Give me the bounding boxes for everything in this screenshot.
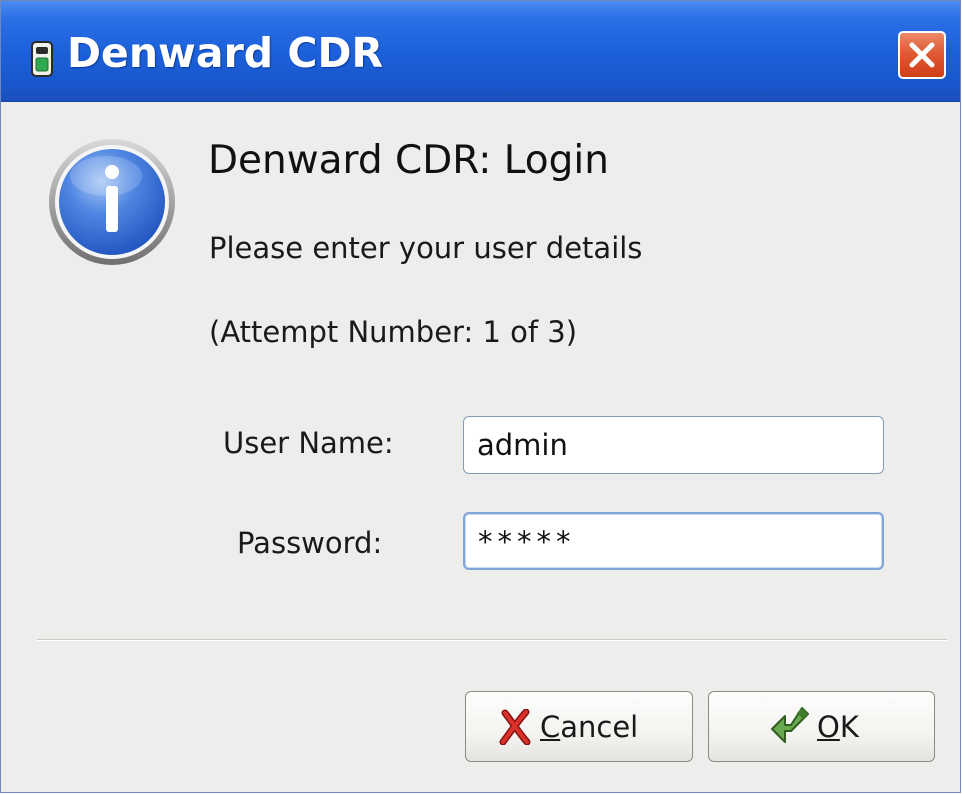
cancel-mnemonic: C <box>540 710 561 744</box>
window-title: Denward CDR <box>67 29 384 77</box>
green-arrow-icon <box>769 704 811 753</box>
ok-button-label: OK <box>817 710 859 744</box>
login-dialog-window: Denward CDR Denward CDR: Login Please en… <box>0 0 961 793</box>
dialog-heading: Denward CDR: Login <box>208 138 609 183</box>
ok-mnemonic: O <box>817 710 840 744</box>
username-input[interactable]: admin <box>463 416 884 474</box>
close-icon <box>909 42 935 68</box>
close-button[interactable] <box>898 31 946 79</box>
cancel-label-rest: ancel <box>560 710 639 744</box>
red-x-icon <box>499 708 531 752</box>
title-bar[interactable]: Denward CDR <box>1 1 960 102</box>
cancel-button-label: Cancel <box>540 710 638 744</box>
password-label: Password: <box>237 526 383 560</box>
username-label: User Name: <box>223 426 394 460</box>
lock-icon <box>31 41 53 77</box>
info-icon <box>46 136 178 268</box>
instruction-text: Please enter your user details <box>209 231 643 265</box>
divider <box>37 639 947 641</box>
attempt-count-text: (Attempt Number: 1 of 3) <box>209 315 578 349</box>
ok-button[interactable]: OK <box>708 691 935 762</box>
ok-label-rest: K <box>839 710 859 744</box>
cancel-button[interactable]: Cancel <box>465 691 693 762</box>
password-input[interactable]: ***** <box>463 512 884 570</box>
